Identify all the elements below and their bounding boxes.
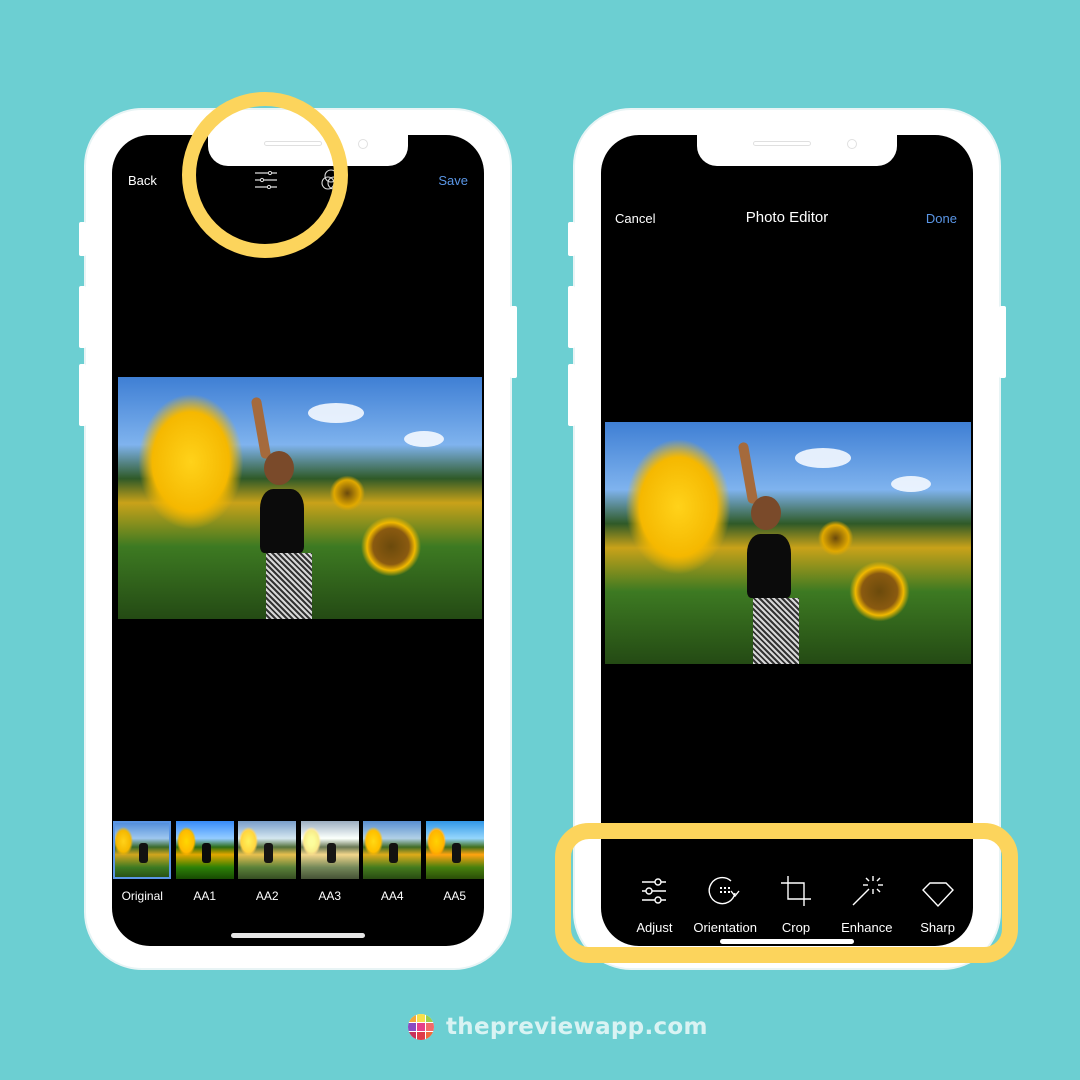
mute-switch [568,222,575,256]
filter-thumbnail[interactable] [175,821,234,879]
cloud [891,476,931,492]
power-button [999,306,1006,378]
filter-original[interactable]: Original [113,821,172,903]
logo-cell [417,1023,425,1031]
arm [250,396,272,460]
cloud [404,431,444,447]
power-button [510,306,517,378]
notch [697,135,897,166]
left-screen: Back Save Original AA1 AA2 AA3 AA4 AA5 [112,135,484,946]
filter-aa5[interactable]: AA5 [425,821,485,903]
person-head [264,451,294,485]
person-head [751,496,781,530]
brand-url: thepreviewapp.com [446,1014,708,1040]
filter-aa1[interactable]: AA1 [175,821,235,903]
filter-thumbnail[interactable] [363,821,422,879]
done-button[interactable]: Done [926,211,957,226]
photo-preview [605,422,971,664]
highlight-circle [182,92,348,258]
filter-strip: Original AA1 AA2 AA3 AA4 AA5 [112,821,484,903]
cloud [308,403,364,423]
page-title: Photo Editor [745,209,829,226]
person-body [747,534,791,598]
filter-thumbnail[interactable] [300,821,359,879]
arm [737,441,759,505]
filter-label: AA4 [380,889,404,903]
front-camera [847,139,857,149]
front-camera [358,139,368,149]
volume-up-button [79,286,86,348]
person-skirt [266,553,312,619]
filter-label: AA1 [193,889,217,903]
filter-thumbnail[interactable] [425,821,484,879]
brand-logo-icon [408,1014,434,1040]
logo-cell [426,1032,434,1040]
logo-cell [426,1014,434,1022]
volume-up-button [568,286,575,348]
mute-switch [79,222,86,256]
logo-cell [408,1014,416,1022]
filter-aa4[interactable]: AA4 [363,821,422,903]
person-body [260,489,304,553]
filter-label: Original [121,889,163,903]
logo-cell [408,1032,416,1040]
filter-aa3[interactable]: AA3 [300,821,360,903]
filter-label: AA5 [443,889,467,903]
volume-down-button [79,364,86,426]
filter-label: AA2 [255,889,279,903]
volume-down-button [568,364,575,426]
cloud [795,448,851,468]
back-button[interactable]: Back [128,173,157,188]
home-indicator[interactable] [231,933,365,938]
logo-cell [417,1032,425,1040]
speaker [753,141,811,146]
logo-cell [408,1023,416,1031]
logo-cell [417,1014,425,1022]
save-button[interactable]: Save [438,173,468,188]
person-skirt [753,598,799,664]
filter-aa2[interactable]: AA2 [238,821,297,903]
brand-footer: thepreviewapp.com [408,1014,708,1040]
filter-thumbnail[interactable] [238,821,297,879]
filter-thumbnail[interactable] [113,821,172,879]
filter-label: AA3 [318,889,342,903]
logo-cell [426,1023,434,1031]
highlight-rectangle [555,823,1018,963]
photo-preview [118,377,482,619]
